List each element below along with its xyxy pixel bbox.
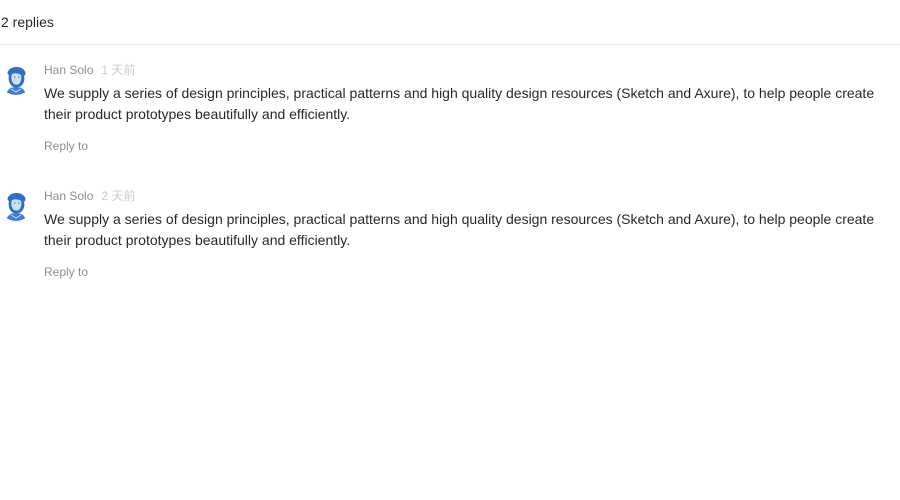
comment-actions: Reply to (44, 263, 900, 297)
avatar[interactable] (0, 189, 32, 221)
reply-button[interactable]: Reply to (44, 139, 88, 153)
comment-content: Han Solo 1 天前 We supply a series of desig… (44, 61, 900, 171)
reply-count: 2 replies (1, 14, 54, 30)
comment-list-header: 2 replies (0, 0, 900, 45)
avatar[interactable] (0, 63, 32, 95)
reply-button[interactable]: Reply to (44, 265, 88, 279)
comment-author: Han Solo 1 天前 (44, 61, 900, 79)
author-name[interactable]: Han Solo (44, 63, 93, 77)
comment-time: 2 天前 (101, 189, 136, 203)
author-name[interactable]: Han Solo (44, 189, 93, 203)
user-avatar-icon (0, 63, 32, 95)
comment-author: Han Solo 2 天前 (44, 187, 900, 205)
comment-content: Han Solo 2 天前 We supply a series of desig… (44, 187, 900, 297)
comment-item: Han Solo 1 天前 We supply a series of desig… (0, 45, 900, 171)
comment-item: Han Solo 2 天前 We supply a series of desig… (0, 171, 900, 297)
comment-actions: Reply to (44, 137, 900, 171)
comment-text: We supply a series of design principles,… (44, 85, 875, 122)
comment-list: Han Solo 1 天前 We supply a series of desig… (0, 45, 900, 297)
comment-text: We supply a series of design principles,… (44, 211, 875, 248)
comment-time: 1 天前 (101, 63, 136, 77)
user-avatar-icon (0, 189, 32, 221)
